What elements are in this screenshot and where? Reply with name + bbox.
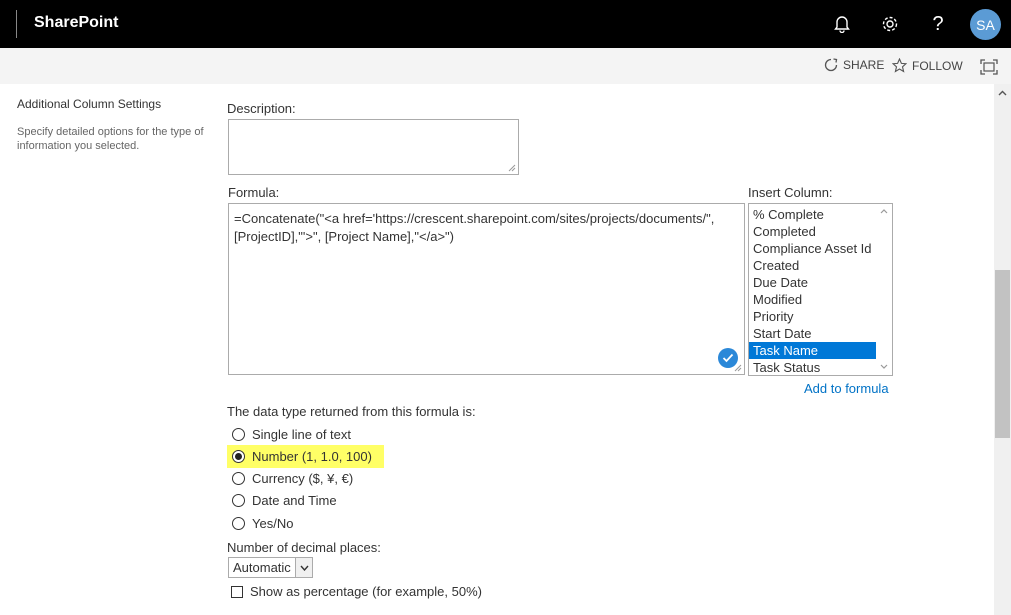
decimal-places-value: Automatic <box>233 560 291 575</box>
app-name[interactable]: SharePoint <box>34 14 118 32</box>
list-item[interactable]: Completed <box>749 223 876 240</box>
radio-number[interactable]: Number (1, 1.0, 100) <box>232 449 372 464</box>
list-item[interactable]: Task Status <box>749 359 876 375</box>
scrollbar-thumb[interactable] <box>995 270 1010 438</box>
show-percentage-label: Show as percentage (for example, 50%) <box>250 584 482 599</box>
description-label: Description: <box>227 101 296 116</box>
focus-mode-icon[interactable] <box>980 59 998 80</box>
radio-label: Number (1, 1.0, 100) <box>252 449 372 464</box>
radio-button[interactable] <box>232 494 245 507</box>
decimal-places-select[interactable]: Automatic <box>228 557 313 578</box>
follow-label: FOLLOW <box>912 58 963 73</box>
star-icon <box>892 58 907 73</box>
radio-button[interactable] <box>232 428 245 441</box>
help-icon[interactable]: ? <box>926 12 950 36</box>
share-label: SHARE <box>843 58 885 72</box>
chevron-up-icon <box>880 209 888 214</box>
radio-currency[interactable]: Currency ($, ¥, €) <box>232 471 353 486</box>
show-percentage-option[interactable]: Show as percentage (for example, 50%) <box>231 584 482 599</box>
share-button[interactable]: SHARE <box>824 58 884 72</box>
scroll-up-icon[interactable] <box>994 84 1011 101</box>
radio-button-selected[interactable] <box>232 450 245 463</box>
radio-yes-no[interactable]: Yes/No <box>232 516 293 531</box>
formula-value: =Concatenate("<a href='https://crescent.… <box>234 211 715 244</box>
section-title: Additional Column Settings <box>17 97 162 111</box>
list-item[interactable]: % Complete <box>749 206 876 223</box>
gear-icon[interactable] <box>878 12 902 36</box>
list-item[interactable]: Compliance Asset Id <box>749 240 876 257</box>
chevron-down-icon <box>880 364 888 369</box>
radio-label: Currency ($, ¥, €) <box>252 471 354 486</box>
radio-button[interactable] <box>232 472 245 485</box>
formula-label: Formula: <box>228 185 280 200</box>
follow-button[interactable]: FOLLOW <box>892 58 963 73</box>
decimal-places-label: Number of decimal places: <box>227 540 381 555</box>
checkmark-icon <box>718 348 738 368</box>
list-scrollbar[interactable] <box>876 204 892 375</box>
avatar[interactable]: SA <box>970 9 1001 40</box>
insert-column-label: Insert Column: <box>748 185 833 200</box>
list-item[interactable]: Due Date <box>749 274 876 291</box>
radio-label: Date and Time <box>252 493 337 508</box>
list-item[interactable]: Created <box>749 257 876 274</box>
app-launcher-divider <box>16 10 17 38</box>
suite-bar: SharePoint ? SA <box>0 0 1011 48</box>
list-item-selected[interactable]: Task Name <box>749 342 876 359</box>
list-item[interactable]: Start Date <box>749 325 876 342</box>
resize-grip-icon <box>508 164 516 172</box>
add-to-formula-link[interactable]: Add to formula <box>804 381 889 396</box>
data-type-label: The data type returned from this formula… <box>227 404 476 419</box>
insert-column-list[interactable]: % Complete Completed Compliance Asset Id… <box>748 203 893 376</box>
command-bar: SHARE FOLLOW <box>0 48 1011 84</box>
radio-label: Single line of text <box>252 427 352 442</box>
description-field[interactable] <box>228 119 519 175</box>
list-item[interactable]: Modified <box>749 291 876 308</box>
radio-single-line-text[interactable]: Single line of text <box>232 427 351 442</box>
radio-date-time[interactable]: Date and Time <box>232 493 337 508</box>
show-percentage-checkbox[interactable] <box>231 585 243 598</box>
list-item[interactable]: Priority <box>749 308 876 325</box>
radio-button[interactable] <box>232 517 245 530</box>
share-icon <box>824 58 838 72</box>
section-description: Specify detailed options for the type of… <box>17 126 204 152</box>
radio-label: Yes/No <box>252 516 294 531</box>
bell-icon[interactable] <box>830 12 854 36</box>
chevron-down-icon[interactable] <box>295 558 312 577</box>
